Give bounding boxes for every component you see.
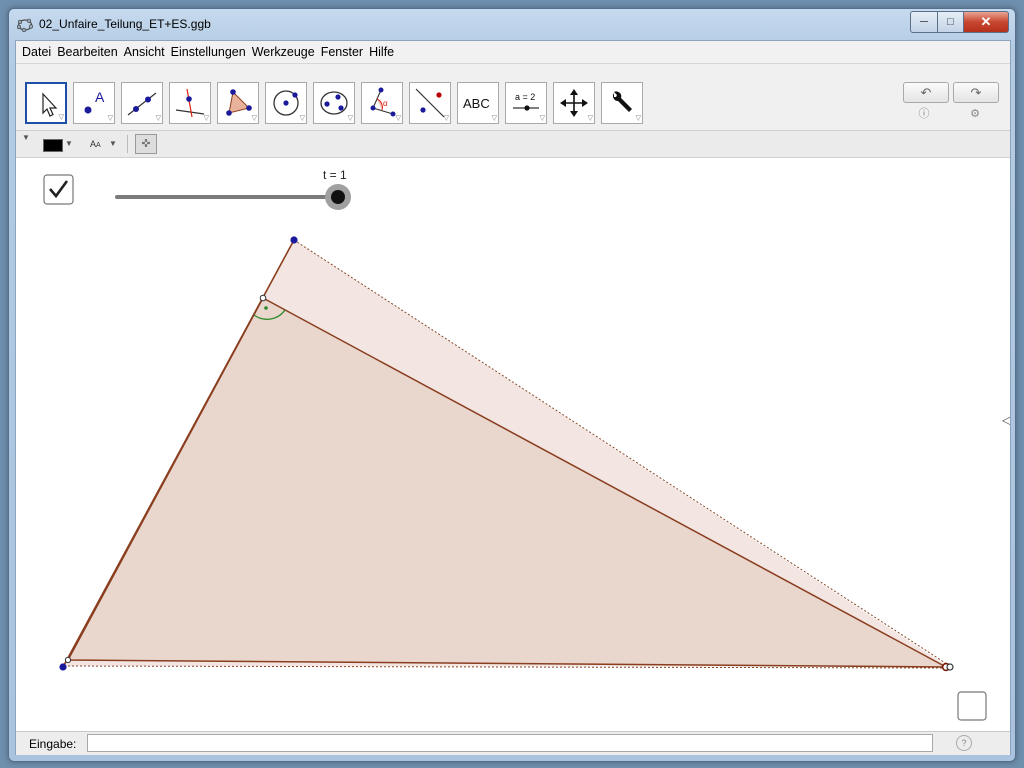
input-field[interactable] (87, 734, 933, 752)
ellipse-icon (320, 91, 348, 115)
inner-triangle[interactable] (66, 296, 947, 668)
point-left[interactable] (64, 656, 72, 664)
submenu-triangle-icon: ▽ (491, 115, 497, 122)
submenu-triangle-icon: ▽ (395, 115, 401, 122)
close-icon: ✕ (980, 14, 992, 29)
menu-hilfe[interactable]: Hilfe (366, 45, 397, 59)
submenu-triangle-icon: ▽ (203, 115, 209, 122)
slider-tool-label: a = 2 (515, 92, 535, 102)
submenu-triangle-icon: ▽ (155, 115, 161, 122)
view-toggle-button[interactable] (957, 691, 987, 721)
submenu-triangle-icon: ▽ (347, 115, 353, 122)
input-bar: Eingabe: ? (16, 731, 1010, 755)
point-bottom-right-2[interactable] (946, 663, 954, 671)
menu-bar: Datei Bearbeiten Ansicht Einstellungen W… (16, 41, 1010, 64)
menu-fenster[interactable]: Fenster (318, 45, 366, 59)
angle-icon: α (370, 87, 396, 117)
pin-icon[interactable]: ✜ (135, 134, 157, 154)
wrench-icon (613, 91, 632, 112)
color-swatch[interactable] (43, 139, 63, 152)
submenu-triangle-icon: ▽ (251, 115, 257, 122)
visibility-checkbox[interactable] (43, 174, 74, 205)
submenu-triangle-icon: ▽ (107, 115, 113, 122)
help-icon[interactable]: ⓘ (917, 107, 931, 121)
redo-icon: ↷ (970, 84, 982, 100)
point-icon: A (84, 89, 105, 114)
point-foot[interactable] (259, 294, 267, 302)
submenu-triangle-icon: ▽ (587, 115, 593, 122)
maximize-button[interactable]: □ (938, 11, 964, 33)
vertex-bottom-left[interactable] (59, 663, 67, 671)
vertex-top[interactable] (290, 236, 298, 244)
settings-gear-icon[interactable]: ⚙ (968, 107, 982, 121)
angle-dot (264, 306, 268, 310)
menu-datei[interactable]: Datei (16, 45, 54, 59)
redo-button[interactable]: ↷ (953, 82, 999, 103)
perpendicular-icon (175, 88, 205, 118)
conic-tool-button[interactable]: ▽ (313, 82, 355, 124)
text-size-dropdown-icon[interactable]: ▼ (109, 139, 117, 148)
slider-t[interactable] (115, 184, 351, 210)
title-bar[interactable]: 02_Unfaire_Teilung_ET+ES.ggb ─ □ ✕ (9, 9, 1015, 39)
general-tools-button[interactable]: ▽ (601, 82, 643, 124)
move-graphics-view-tool-button[interactable]: ▽ (553, 82, 595, 124)
line-tool-button[interactable]: ▽ (121, 82, 163, 124)
perpendicular-line-tool-button[interactable]: ▽ (169, 82, 211, 124)
menu-bearbeiten[interactable]: Bearbeiten (54, 45, 120, 59)
circle-tool-button[interactable]: ▽ (265, 82, 307, 124)
stylebar-collapse-icon[interactable]: ▼ (22, 133, 30, 142)
text-size-icon[interactable]: AA (90, 139, 101, 149)
input-help-icon[interactable]: ? (956, 735, 972, 751)
app-window: 02_Unfaire_Teilung_ET+ES.ggb ─ □ ✕ Datei… (8, 8, 1016, 762)
toolbar: ▽ A ▽ ▽ ▽ ▽ ▽ ▽ α ▽ ▽ ABC ▽ a = 2 ▽ ▽ ▽ … (16, 64, 1010, 131)
slider-icon: a = 2 (513, 92, 539, 111)
graphics-view[interactable]: t = 1 ◁ (16, 158, 1010, 731)
menu-ansicht[interactable]: Ansicht (121, 45, 168, 59)
minimize-button[interactable]: ─ (910, 11, 938, 33)
reflect-tool-button[interactable]: ▽ (409, 82, 451, 124)
point-tool-button[interactable]: A ▽ (73, 82, 115, 124)
polygon-tool-button[interactable]: ▽ (217, 82, 259, 124)
submenu-triangle-icon: ▽ (58, 114, 64, 121)
undo-icon: ↶ (920, 84, 932, 100)
window-title: 02_Unfaire_Teilung_ET+ES.ggb (39, 17, 211, 31)
input-label: Eingabe: (29, 737, 77, 751)
text-icon: ABC (463, 96, 490, 111)
polygon-icon (226, 89, 252, 116)
angle-tool-button[interactable]: α ▽ (361, 82, 403, 124)
submenu-triangle-icon: ▽ (539, 115, 545, 122)
stylebar-divider (127, 135, 128, 153)
window-controls: ─ □ ✕ (910, 11, 1009, 33)
minimize-icon: ─ (920, 16, 928, 28)
menu-einstellungen[interactable]: Einstellungen (168, 45, 249, 59)
submenu-triangle-icon: ▽ (635, 115, 641, 122)
svg-text:α: α (383, 99, 388, 108)
graphics-svg: t = 1 ◁ (43, 168, 1010, 721)
submenu-triangle-icon: ▽ (443, 115, 449, 122)
menu-werkzeuge[interactable]: Werkzeuge (249, 45, 318, 59)
expand-panel-icon[interactable]: ◁ (1001, 413, 1010, 427)
color-dropdown-icon[interactable]: ▼ (65, 139, 73, 148)
slider-tool-button[interactable]: a = 2 ▽ (505, 82, 547, 124)
reflect-line-icon (415, 88, 445, 118)
geogebra-icon (17, 18, 33, 33)
move-tool-button[interactable]: ▽ (25, 82, 67, 124)
undo-button[interactable]: ↶ (903, 82, 949, 103)
circle-icon (273, 90, 299, 116)
line-icon (127, 92, 157, 116)
slider-label: t = 1 (323, 168, 347, 182)
move-arrows-icon (560, 89, 588, 117)
maximize-icon: □ (947, 16, 954, 28)
submenu-triangle-icon: ▽ (299, 115, 305, 122)
style-bar: ▼ ▼ AA ▼ ✜ (16, 131, 1010, 158)
close-button[interactable]: ✕ (964, 11, 1009, 33)
svg-text:A: A (95, 89, 105, 105)
text-tool-label: ABC (463, 96, 490, 111)
client-area: Datei Bearbeiten Ansicht Einstellungen W… (15, 40, 1011, 755)
text-tool-button[interactable]: ABC ▽ (457, 82, 499, 124)
